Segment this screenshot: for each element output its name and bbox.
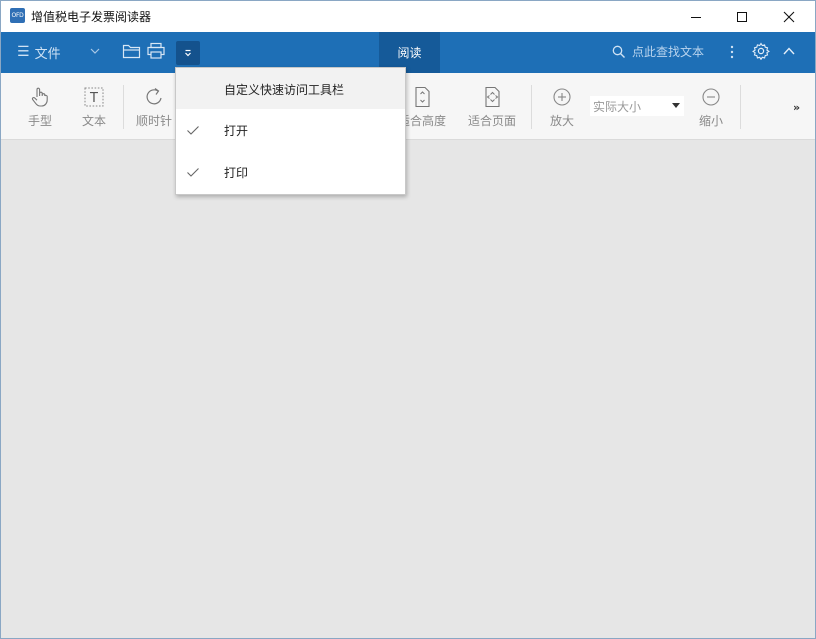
rotate-clockwise-button[interactable]: 顺时针 (129, 85, 179, 129)
document-workspace[interactable] (1, 140, 815, 638)
zoom-out-label: 缩小 (698, 114, 723, 128)
hamburger-icon: ☰ (17, 44, 30, 60)
app-window: OFD 增值税电子发票阅读器 ☰ 文件 阅读 点此查找文本 手型 T 文本 顺时… (0, 0, 816, 639)
quick-access-menu-header: 自定义快速访问工具栏 (176, 68, 405, 109)
hand-icon (31, 87, 48, 107)
fit-page-label: 适合页面 (467, 114, 516, 128)
zoom-level-select[interactable]: 实际大小 (590, 96, 684, 116)
zoom-out-icon (702, 88, 720, 106)
printer-icon[interactable] (146, 42, 166, 60)
app-logo-icon: OFD (10, 8, 25, 23)
zoom-level-value: 实际大小 (593, 100, 642, 114)
toolbar-divider (740, 85, 741, 129)
menu-item-print-label: 打印 (224, 166, 249, 180)
maximize-icon (737, 11, 747, 22)
search-placeholder: 点此查找文本 (632, 45, 705, 59)
menu-item-open-label: 打开 (224, 124, 249, 138)
maximize-button[interactable] (719, 1, 765, 32)
minimize-icon (691, 16, 701, 18)
menu-item-print[interactable]: 打印 (176, 151, 405, 193)
gear-icon[interactable] (752, 42, 770, 60)
search-icon (612, 45, 625, 58)
text-tool-button[interactable]: T 文本 (69, 85, 119, 129)
rotate-clockwise-label: 顺时针 (135, 114, 172, 128)
ribbon-bar: ☰ 文件 阅读 点此查找文本 (1, 32, 815, 73)
title-bar: OFD 增值税电子发票阅读器 (1, 1, 815, 32)
toolbar-divider (531, 85, 532, 129)
toolbar-divider (123, 85, 124, 129)
fit-page-icon (485, 86, 500, 108)
dropdown-arrow-icon (672, 103, 680, 108)
zoom-in-label: 放大 (549, 114, 574, 128)
check-icon (187, 168, 199, 177)
text-select-icon: T (84, 87, 104, 107)
text-tool-label: 文本 (81, 114, 106, 128)
zoom-out-button[interactable]: 缩小 (686, 85, 736, 129)
customize-dropdown-icon (185, 49, 191, 57)
reading-toolbar: 手型 T 文本 顺时针 适合高度 适合页面 放大 实际大小 缩小 » (1, 73, 815, 140)
svg-text:T: T (89, 91, 98, 106)
file-menu-label: 文件 (34, 46, 61, 62)
quick-access-menu-title: 自定义快速访问工具栏 (224, 83, 345, 97)
zoom-in-icon (553, 88, 571, 106)
customize-quick-access-button[interactable] (176, 41, 200, 65)
toolbar-overflow-button[interactable]: » (793, 101, 800, 114)
window-title: 增值税电子发票阅读器 (31, 10, 152, 24)
quick-access-menu: 自定义快速访问工具栏 打开 打印 (175, 67, 406, 195)
close-icon (783, 11, 795, 22)
hand-tool-button[interactable]: 手型 (15, 85, 65, 129)
menu-item-open[interactable]: 打开 (176, 109, 405, 151)
hand-tool-label: 手型 (27, 114, 52, 128)
open-folder-icon[interactable] (122, 42, 142, 60)
rotate-clockwise-icon (146, 88, 162, 105)
minimize-button[interactable] (673, 1, 719, 32)
check-icon (187, 126, 199, 135)
close-button[interactable] (766, 1, 812, 32)
more-options-icon[interactable] (728, 43, 736, 61)
search-box[interactable]: 点此查找文本 (612, 43, 704, 60)
collapse-ribbon-icon[interactable] (782, 45, 796, 57)
file-menu-button[interactable]: ☰ 文件 (17, 42, 61, 62)
chevron-down-icon[interactable] (89, 45, 101, 57)
fit-height-icon (415, 86, 430, 108)
fit-page-button[interactable]: 适合页面 (467, 85, 517, 129)
zoom-in-button[interactable]: 放大 (537, 85, 587, 129)
